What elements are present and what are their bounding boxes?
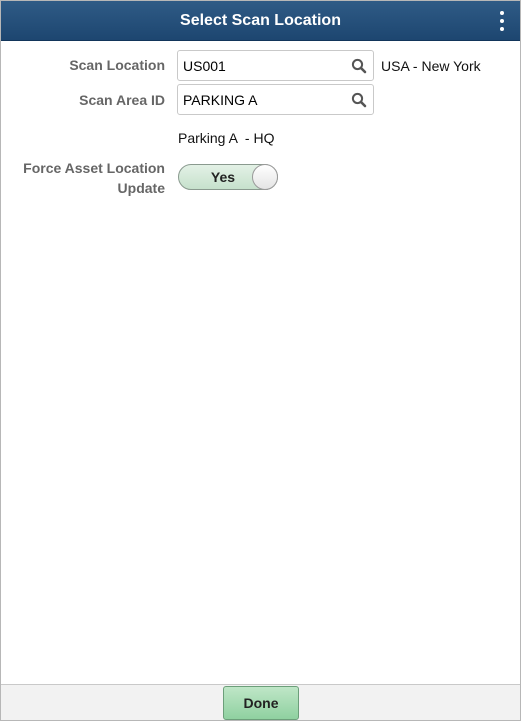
done-button[interactable]: Done: [223, 686, 299, 720]
force-update-label-line2: Update: [117, 180, 165, 196]
dialog-header: Select Scan Location: [1, 1, 520, 41]
force-update-label: Force Asset Location Update: [23, 158, 165, 198]
scan-area-label: Scan Area ID: [79, 92, 165, 108]
actions-menu-button[interactable]: [494, 7, 510, 35]
scan-area-field: [177, 84, 374, 115]
vertical-ellipsis-icon: [500, 19, 504, 23]
vertical-ellipsis-icon: [500, 27, 504, 31]
scan-area-description: Parking A - HQ: [178, 130, 275, 146]
scan-location-label: Scan Location: [69, 57, 165, 73]
dialog-footer: Done: [1, 684, 520, 720]
toggle-knob[interactable]: [252, 164, 278, 190]
search-icon[interactable]: [351, 58, 367, 74]
scan-location-field: [177, 50, 374, 81]
search-icon[interactable]: [351, 92, 367, 108]
page-title: Select Scan Location: [180, 12, 341, 29]
force-update-toggle[interactable]: Yes: [178, 164, 278, 190]
scan-location-description: USA - New York: [381, 58, 481, 74]
vertical-ellipsis-icon: [500, 11, 504, 15]
force-update-label-line1: Force Asset Location: [23, 160, 165, 176]
scan-location-dialog: Select Scan Location Scan Location USA -…: [0, 0, 521, 721]
scan-location-input[interactable]: [178, 51, 373, 80]
scan-area-input[interactable]: [178, 85, 373, 114]
